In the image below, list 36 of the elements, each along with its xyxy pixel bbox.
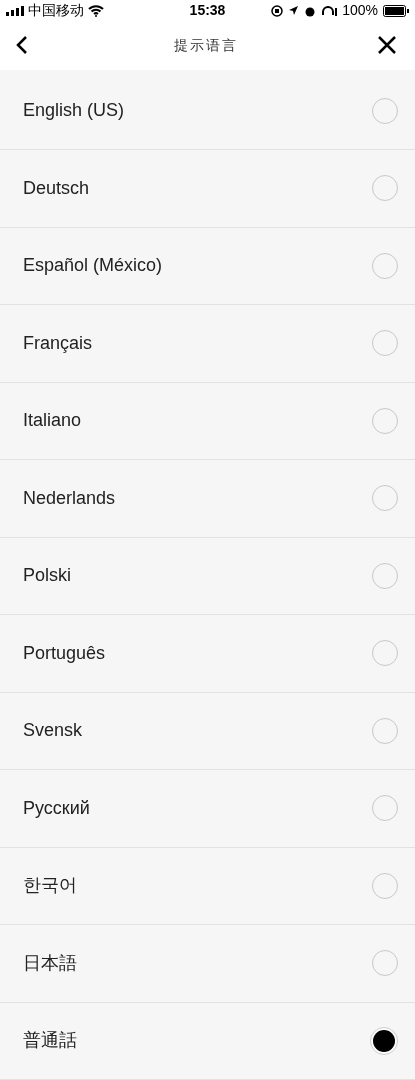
language-option[interactable]: English (US): [0, 72, 415, 150]
lock-rotation-icon: [271, 4, 284, 17]
language-option[interactable]: Português: [0, 615, 415, 693]
language-option[interactable]: Español (México): [0, 227, 415, 305]
radio-button[interactable]: [372, 795, 398, 822]
radio-button[interactable]: [372, 872, 398, 899]
headphones-icon: [321, 4, 338, 17]
radio-button[interactable]: [372, 950, 398, 977]
language-option[interactable]: Deutsch: [0, 150, 415, 228]
radio-button[interactable]: [372, 562, 398, 589]
language-option[interactable]: Svensk: [0, 692, 415, 770]
clock-time: 15:38: [188, 1, 227, 21]
location-icon: [288, 5, 300, 17]
signal-icon: [6, 5, 24, 16]
radio-button[interactable]: [372, 330, 398, 357]
radio-button[interactable]: [372, 252, 398, 279]
language-option[interactable]: Русский: [0, 770, 415, 848]
battery-icon: [383, 4, 409, 17]
language-option[interactable]: 普通話: [0, 1002, 415, 1080]
battery-percent: 100%: [342, 1, 378, 21]
language-option[interactable]: Polski: [0, 537, 415, 615]
radio-button[interactable]: [372, 97, 398, 124]
carrier-name: 中国移动: [28, 1, 84, 21]
radio-button[interactable]: [372, 717, 398, 744]
language-option[interactable]: Français: [0, 305, 415, 383]
language-option[interactable]: 한국어: [0, 847, 415, 925]
radio-button[interactable]: [372, 485, 398, 512]
radio-button[interactable]: [372, 175, 398, 202]
radio-button[interactable]: [370, 1026, 398, 1055]
page-title: 提示语言: [172, 35, 239, 55]
radio-button[interactable]: [372, 640, 398, 667]
language-option[interactable]: Nederlands: [0, 460, 415, 538]
radio-button[interactable]: [372, 407, 398, 434]
wifi-icon: [88, 4, 104, 17]
language-option[interactable]: Italiano: [0, 382, 415, 460]
language-option[interactable]: 日本語: [0, 925, 415, 1003]
